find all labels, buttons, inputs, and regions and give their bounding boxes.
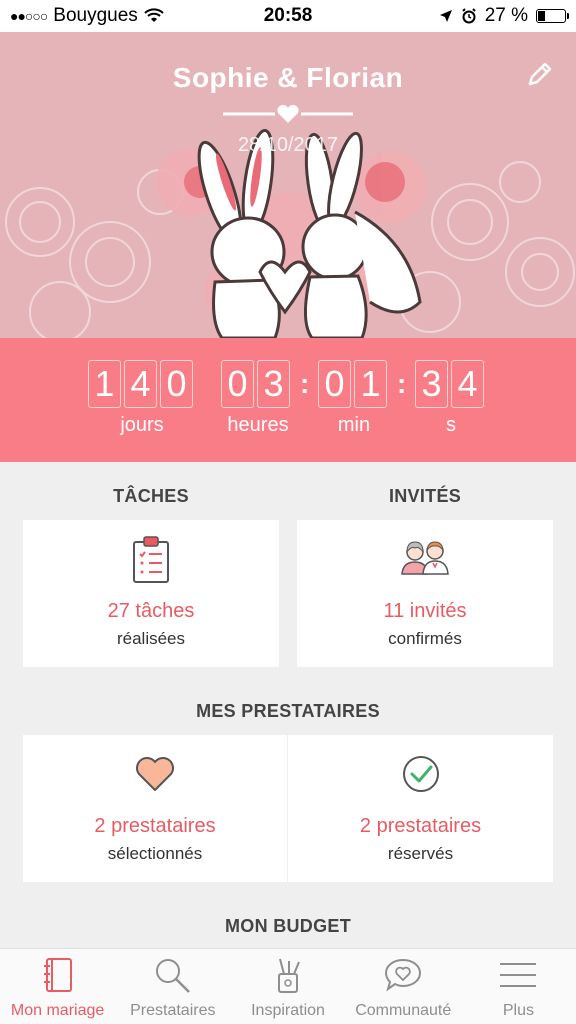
days-label: jours <box>120 414 164 436</box>
vendors-booked-sub: réservés <box>387 844 454 863</box>
days-digits: 1 4 0 <box>88 360 193 408</box>
countdown-digit: 1 <box>88 360 121 408</box>
search-icon <box>155 959 190 993</box>
tasks-count: 27 tâches <box>107 600 195 622</box>
tab-label: Prestataires <box>130 1002 216 1019</box>
wedding-header: Sophie & Florian 28/10/2017 <box>0 32 576 338</box>
clock-time: 20:58 <box>263 5 313 26</box>
check-circle-icon <box>402 756 439 792</box>
menu-icon <box>500 963 537 987</box>
minutes-digits: 0 1 <box>318 360 387 408</box>
tab-label: Inspiration <box>251 1002 325 1019</box>
wedding-date: 28/10/2017 <box>237 134 339 156</box>
hours-digits: 0 3 <box>221 360 290 408</box>
wifi-icon <box>144 8 164 22</box>
carrier-name: Bouygues <box>53 5 138 26</box>
notebook-icon <box>43 958 72 992</box>
minutes-label: min <box>337 414 371 436</box>
countdown-digit: 4 <box>451 360 484 408</box>
edit-pencil-icon[interactable] <box>526 60 554 88</box>
countdown-digit: 0 <box>221 360 254 408</box>
tab-label: Communauté <box>355 1002 452 1019</box>
chat-heart-icon <box>385 958 422 992</box>
countdown-digit: 3 <box>415 360 448 408</box>
seconds-digits: 3 4 <box>415 360 484 408</box>
countdown-panel: 1 4 0 0 3 : 0 1 : 3 4 jours heures min s <box>0 338 576 462</box>
vendors-selected-count: 2 prestataires <box>94 815 216 837</box>
countdown-digit: 3 <box>257 360 290 408</box>
colon-separator: : <box>300 368 310 399</box>
checklist-icon <box>133 536 169 583</box>
guests-card[interactable]: 11 invités confirmés <box>297 520 553 667</box>
colon-separator: : <box>397 368 407 399</box>
hours-label: heures <box>227 414 289 436</box>
location-arrow-icon <box>439 10 452 22</box>
heart-icon <box>136 757 174 791</box>
guests-couple-icon <box>401 541 449 575</box>
status-bar: ●●○○○ Bouygues 20:58 27 % <box>0 0 576 32</box>
couple-names: Sophie & Florian <box>172 62 404 93</box>
vendors-section-title: MES PRESTATAIRES <box>196 701 380 721</box>
alarm-icon <box>461 8 476 24</box>
battery-percent: 27 % <box>484 5 528 26</box>
seconds-label: s <box>446 414 456 436</box>
vendors-selected-sub: sélectionnés <box>107 844 203 863</box>
signal-icon: ●●○○○ <box>10 8 48 24</box>
tab-prestataires[interactable]: Prestataires <box>115 949 230 1024</box>
vendors-selected-card[interactable]: 2 prestataires sélectionnés <box>23 735 287 882</box>
tab-bar: Mon mariage Prestataires Inspiration Com… <box>0 948 576 1024</box>
budget-section-title: MON BUDGET <box>225 916 351 936</box>
guests-count: 11 invités <box>383 600 467 622</box>
tab-label: Mon mariage <box>10 1002 105 1019</box>
vendors-booked-card[interactable]: 2 prestataires réservés <box>288 735 553 882</box>
countdown-digit: 1 <box>354 360 387 408</box>
tab-label: Plus <box>502 1002 534 1019</box>
countdown-digit: 4 <box>124 360 157 408</box>
cup-brushes-icon <box>278 958 300 993</box>
tab-mon-mariage[interactable]: Mon mariage <box>0 949 115 1024</box>
guests-section-title: INVITÉS <box>388 486 462 506</box>
tab-inspiration[interactable]: Inspiration <box>230 949 345 1024</box>
tasks-card[interactable]: 27 tâches réalisées <box>23 520 279 667</box>
battery-icon <box>536 9 569 23</box>
tasks-sub: réalisées <box>116 629 186 648</box>
guests-sub: confirmés <box>388 629 462 648</box>
countdown-digit: 0 <box>160 360 193 408</box>
tab-plus[interactable]: Plus <box>461 949 576 1024</box>
countdown-digit: 0 <box>318 360 351 408</box>
vendors-booked-count: 2 prestataires <box>359 815 482 837</box>
heart-divider <box>223 104 353 123</box>
tab-communaute[interactable]: Communauté <box>346 949 461 1024</box>
